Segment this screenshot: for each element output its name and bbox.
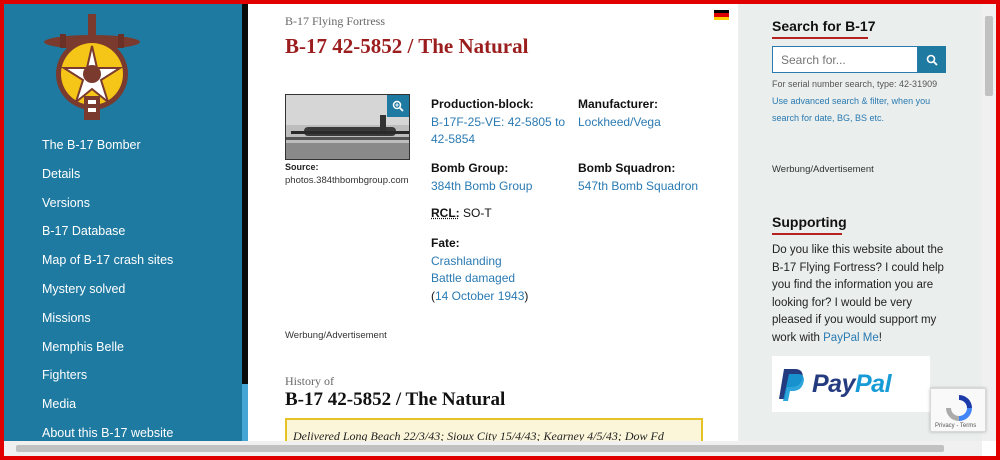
- search-heading-underline: [772, 37, 868, 39]
- bomb-squadron-label: Bomb Squadron:: [578, 161, 676, 175]
- fate-crashlanding-link[interactable]: Crashlanding: [431, 253, 528, 271]
- manufacturer-block: Manufacturer: Lockheed/Vega: [578, 96, 661, 131]
- manufacturer-label: Manufacturer:: [578, 97, 659, 111]
- nav-item-media[interactable]: Media: [42, 393, 173, 422]
- fate-date-close: ): [524, 288, 529, 303]
- bomb-squadron-block: Bomb Squadron: 547th Bomb Squadron: [578, 160, 698, 195]
- production-label: Production-block:: [431, 97, 534, 111]
- page-horizontal-scrollbar[interactable]: [4, 441, 982, 456]
- recaptcha-links[interactable]: Privacy - Terms: [935, 423, 976, 429]
- nav-item-missions[interactable]: Missions: [42, 307, 173, 336]
- nav-item-b17-database[interactable]: B-17 Database: [42, 220, 173, 249]
- search-hint-advanced: Use advanced search & filter, when you: [772, 93, 930, 110]
- fate-battle-damaged-link[interactable]: Battle damaged: [431, 270, 528, 288]
- aircraft-photo[interactable]: [285, 94, 410, 160]
- sidebar: The B-17 Bomber Details Versions B-17 Da…: [4, 4, 242, 441]
- advertisement-label-right: Werbung/Advertisement: [772, 164, 874, 175]
- search-form: [772, 46, 946, 73]
- bomb-group-link[interactable]: 384th Bomb Group: [431, 178, 532, 196]
- page-title: B-17 42-5852 / The Natural: [285, 34, 529, 58]
- paypal-wordmark: PayPal: [812, 369, 892, 399]
- recaptcha-badge[interactable]: Privacy - Terms: [930, 388, 986, 432]
- rcl-value: SO-T: [459, 206, 492, 220]
- search-icon: [926, 54, 938, 66]
- bomb-group-label: Bomb Group:: [431, 161, 509, 175]
- history-kicker: History of: [285, 374, 334, 388]
- search-heading: Search for B-17: [772, 18, 875, 39]
- support-text: Do you like this website about the B-17 …: [772, 242, 952, 347]
- bomb-group-block: Bomb Group: 384th Bomb Group: [431, 160, 532, 195]
- search-button[interactable]: [918, 46, 946, 73]
- search-heading-text: Search for B-17: [772, 18, 876, 34]
- nav-item-the-b17-bomber[interactable]: The B-17 Bomber: [42, 134, 173, 163]
- page-kicker: B-17 Flying Fortress: [285, 14, 386, 28]
- paypal-wordmark-pal: Pal: [854, 369, 892, 398]
- supporting-heading-text: Supporting: [772, 214, 847, 230]
- paypal-me-link[interactable]: PayPal Me: [823, 332, 879, 344]
- supporting-heading: Supporting: [772, 214, 847, 235]
- nav-item-crash-map[interactable]: Map of B-17 crash sites: [42, 249, 173, 278]
- right-sidebar: Search for B-17 For serial number search…: [738, 4, 982, 441]
- search-hint-advanced-2: search for date, BG, BS etc.: [772, 110, 884, 127]
- search-input[interactable]: [772, 46, 918, 73]
- paypal-logo-icon: [779, 369, 804, 401]
- nav-item-memphis-belle[interactable]: Memphis Belle: [42, 336, 173, 365]
- nav-item-versions[interactable]: Versions: [42, 192, 173, 221]
- supporting-heading-underline: [772, 233, 842, 235]
- advanced-search-link-1[interactable]: Use advanced search & filter, when you: [772, 96, 930, 106]
- nav-item-fighters[interactable]: Fighters: [42, 364, 173, 393]
- german-flag-icon[interactable]: [714, 10, 729, 20]
- bomb-squadron-link[interactable]: 547th Bomb Squadron: [578, 178, 698, 196]
- support-text-body: Do you like this website about the B-17 …: [772, 244, 944, 344]
- advanced-search-link-2[interactable]: search for date, BG, BS etc.: [772, 113, 884, 123]
- recaptcha-icon: [946, 395, 972, 421]
- support-text-end: !: [878, 331, 882, 344]
- page-vertical-scrollbar[interactable]: [982, 4, 996, 441]
- history-title: B-17 42-5852 / The Natural: [285, 389, 506, 410]
- production-link[interactable]: B-17F-25-VE: 42-5805 to 42-5854: [431, 114, 566, 149]
- zoom-button[interactable]: [387, 95, 409, 117]
- search-hint-serial: For serial number search, type: 42-31909: [772, 79, 938, 89]
- rcl-label: RCL:: [431, 206, 460, 220]
- advertisement-label: Werbung/Advertisement: [285, 330, 387, 341]
- sidebar-nav: The B-17 Bomber Details Versions B-17 Da…: [42, 134, 173, 441]
- nav-item-about[interactable]: About this B-17 website: [42, 422, 173, 441]
- history-text-box: Delivered Long Beach 22/3/43; Sioux City…: [285, 418, 703, 441]
- paypal-wordmark-pay: Pay: [812, 369, 855, 398]
- page-vertical-scroll-thumb[interactable]: [985, 16, 993, 96]
- production-block: Production-block: B-17F-25-VE: 42-5805 t…: [431, 96, 566, 149]
- photo-source-label: Source:: [285, 162, 319, 172]
- nav-item-details[interactable]: Details: [42, 163, 173, 192]
- b17-logo-icon[interactable]: [42, 12, 142, 122]
- fate-block: Fate: Crashlanding Battle damaged (14 Oc…: [431, 235, 528, 305]
- rcl-block: RCL: SO-T: [431, 205, 492, 223]
- zoom-in-icon: [392, 100, 404, 112]
- manufacturer-link[interactable]: Lockheed/Vega: [578, 114, 661, 132]
- page-horizontal-scroll-thumb[interactable]: [16, 445, 944, 452]
- paypal-button[interactable]: PayPal: [772, 356, 930, 412]
- photo-source-value: photos.384thbombgroup.com: [285, 175, 409, 186]
- nav-item-mystery-solved[interactable]: Mystery solved: [42, 278, 173, 307]
- fate-label: Fate:: [431, 236, 460, 250]
- main-content: B-17 Flying Fortress B-17 42-5852 / The …: [248, 4, 738, 441]
- fate-date-link[interactable]: 14 October 1943: [435, 289, 524, 303]
